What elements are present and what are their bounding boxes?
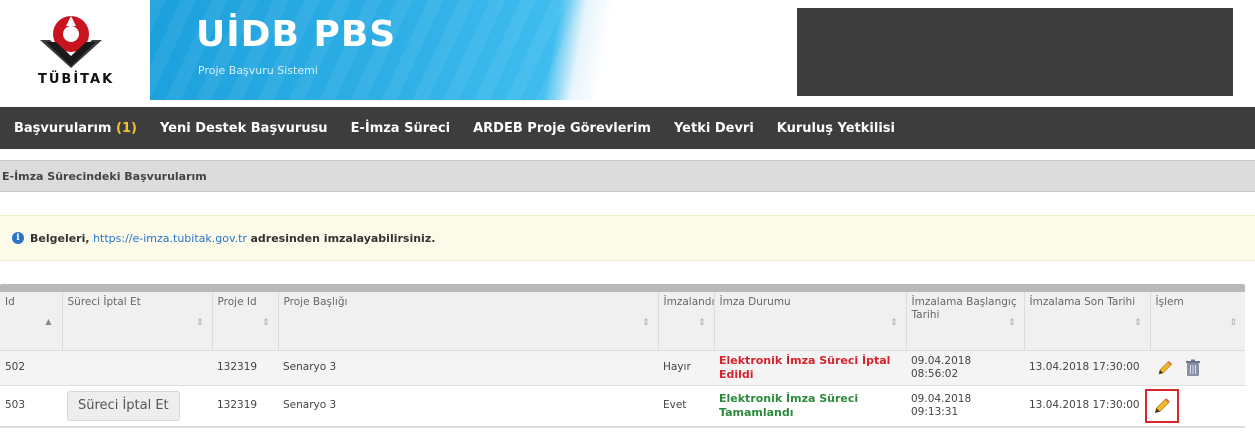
cell-signed: Hayır <box>658 349 714 386</box>
applications-table-wrap: Id ▲ Süreci İptal Et ⇕ Proje Id ⇕ Proje Baş… <box>0 284 1245 428</box>
col-header-label: Süreci İptal Et <box>67 296 141 308</box>
col-header-label: İmzalandı <box>663 296 715 308</box>
tubitak-emblem-icon <box>40 16 102 68</box>
cell-id: 502 <box>0 349 62 386</box>
sort-icon: ⇕ <box>697 318 706 328</box>
notice-text: Belgeleri, https://e-imza.tubitak.gov.tr… <box>30 232 435 245</box>
main-nav: Başvurularım (1) Yeni Destek Başvurusu E… <box>0 107 1255 149</box>
cell-status: Elektronik İmza Süreci İptal Edildi <box>714 349 906 386</box>
cancel-process-button[interactable]: Süreci İptal Et <box>67 390 180 421</box>
col-header-label: Id <box>5 296 15 308</box>
table-topbar <box>0 284 1245 292</box>
status-text: Elektronik İmza Süreci Tamamlandı <box>719 391 859 419</box>
brand-banner: UİDB PBS Proje Başvuru Sistemi <box>150 0 795 100</box>
col-header-project-title[interactable]: Proje Başlığı ⇕ <box>278 292 659 350</box>
col-header-signed[interactable]: İmzalandı ⇕ <box>658 292 715 350</box>
sort-icon: ⇕ <box>1007 318 1016 328</box>
col-header-action[interactable]: İşlem ⇕ <box>1150 292 1245 350</box>
sort-asc-icon: ▲ <box>45 317 52 326</box>
nav-item-yeni-destek[interactable]: Yeni Destek Başvurusu <box>160 121 328 136</box>
col-header-label: Proje Id <box>217 296 257 308</box>
tubitak-logo[interactable]: TÜBİTAK <box>0 0 150 100</box>
cell-cancel: Süreci İptal Et <box>62 384 212 428</box>
brand-subtitle: Proje Başvuru Sistemi <box>198 64 318 77</box>
cell-status: Elektronik İmza Süreci Tamamlandı <box>714 384 906 428</box>
delete-trash-icon[interactable] <box>1183 358 1203 378</box>
nav-item-label: Başvurularım <box>14 120 112 136</box>
info-icon: i <box>12 232 24 244</box>
panel-header: E-İmza Sürecindeki Başvurularım <box>0 160 1255 192</box>
cell-start: 09.04.2018 08:56:02 <box>906 349 1024 386</box>
sort-icon: ⇕ <box>261 318 270 328</box>
info-notice: i Belgeleri, https://e-imza.tubitak.gov.… <box>0 215 1255 261</box>
col-header-status[interactable]: İmza Durumu ⇕ <box>714 292 907 350</box>
table-row: 503 Süreci İptal Et 132319 Senaryo 3 Eve… <box>0 384 1245 428</box>
col-header-id[interactable]: Id ▲ <box>0 292 63 350</box>
cell-end: 13.04.2018 17:30:00 <box>1024 349 1150 386</box>
applications-table: Id ▲ Süreci İptal Et ⇕ Proje Id ⇕ Proje Baş… <box>0 292 1245 428</box>
cell-id: 503 <box>0 384 62 428</box>
col-header-project-id[interactable]: Proje Id ⇕ <box>212 292 279 350</box>
nav-item-yetki-devri[interactable]: Yetki Devri <box>674 121 754 136</box>
cell-project-title: Senaryo 3 <box>278 384 658 428</box>
col-header-label: İşlem <box>1155 296 1184 308</box>
col-header-cancel[interactable]: Süreci İptal Et ⇕ <box>62 292 213 350</box>
page-title: E-İmza Sürecindeki Başvurularım <box>2 169 207 183</box>
col-header-end[interactable]: İmzalama Son Tarihi ⇕ <box>1024 292 1151 350</box>
nav-item-kurulus[interactable]: Kuruluş Yetkilisi <box>777 121 895 136</box>
header-user-panel <box>797 8 1233 96</box>
cell-signed: Evet <box>658 384 714 428</box>
cell-action <box>1145 384 1245 428</box>
col-header-label: İmzalama Başlangıç Tarihi <box>911 296 1017 322</box>
row-actions <box>1155 358 1240 378</box>
cell-cancel <box>62 349 212 386</box>
edit-pencil-icon[interactable] <box>1155 358 1175 378</box>
highlighted-action <box>1145 388 1179 423</box>
notice-prefix: Belgeleri, <box>30 231 90 245</box>
brand-title: UİDB PBS <box>196 14 397 55</box>
logo-text: TÜBİTAK <box>38 72 115 87</box>
nav-item-e-imza[interactable]: E-İmza Süreci <box>351 121 451 136</box>
cell-project-title: Senaryo 3 <box>278 349 658 386</box>
sort-icon: ⇕ <box>195 318 204 328</box>
cell-end: 13.04.2018 17:30:00 <box>1024 384 1150 428</box>
col-header-start[interactable]: İmzalama Başlangıç Tarihi ⇕ <box>906 292 1025 350</box>
nav-item-basvurularim[interactable]: Başvurularım (1) <box>14 121 137 136</box>
sort-icon: ⇕ <box>1229 318 1237 328</box>
nav-item-count: (1) <box>116 120 137 136</box>
sign-pencil-icon[interactable] <box>1152 396 1172 416</box>
sort-icon: ⇕ <box>889 318 898 328</box>
col-header-label: Proje Başlığı <box>283 296 348 308</box>
cell-project-id: 132319 <box>212 349 278 386</box>
notice-suffix: adresinden imzalayabilirsiniz. <box>250 231 436 245</box>
status-text: Elektronik İmza Süreci İptal Edildi <box>719 353 891 381</box>
col-header-label: İmzalama Son Tarihi <box>1029 296 1136 308</box>
cell-action <box>1150 349 1245 386</box>
e-imza-link[interactable]: https://e-imza.tubitak.gov.tr <box>93 232 247 245</box>
sort-icon: ⇕ <box>1133 318 1142 328</box>
cell-project-id: 132319 <box>212 384 278 428</box>
table-header-row: Id ▲ Süreci İptal Et ⇕ Proje Id ⇕ Proje Baş… <box>0 292 1245 350</box>
col-header-label: İmza Durumu <box>719 296 791 308</box>
table-row: 502 132319 Senaryo 3 Hayır Elektronik İm… <box>0 349 1245 386</box>
cell-start: 09.04.2018 09:13:31 <box>906 384 1024 428</box>
nav-item-ardeb[interactable]: ARDEB Proje Görevlerim <box>473 121 651 136</box>
app-header: TÜBİTAK UİDB PBS Proje Başvuru Sistemi <box>0 0 1255 100</box>
sort-icon: ⇕ <box>641 318 650 328</box>
